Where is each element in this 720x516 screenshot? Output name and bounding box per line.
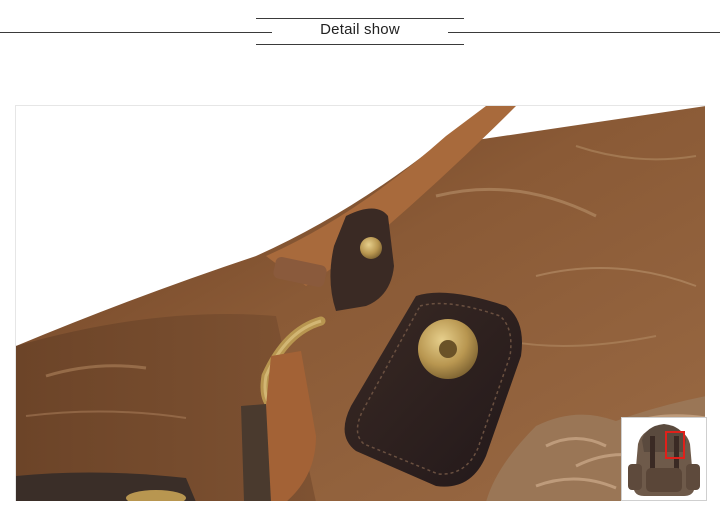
section-header: Detail show	[0, 0, 720, 60]
detail-photo	[15, 105, 705, 501]
backpack-icon	[622, 418, 706, 500]
header-rule-left	[0, 32, 272, 33]
header-rule-right	[448, 32, 720, 33]
header-rule-top	[256, 18, 464, 19]
header-rule-bottom	[256, 44, 464, 45]
backpack-thumbnail[interactable]	[621, 417, 707, 501]
detail-photo-illustration	[16, 106, 705, 501]
section-title: Detail show	[320, 21, 400, 38]
